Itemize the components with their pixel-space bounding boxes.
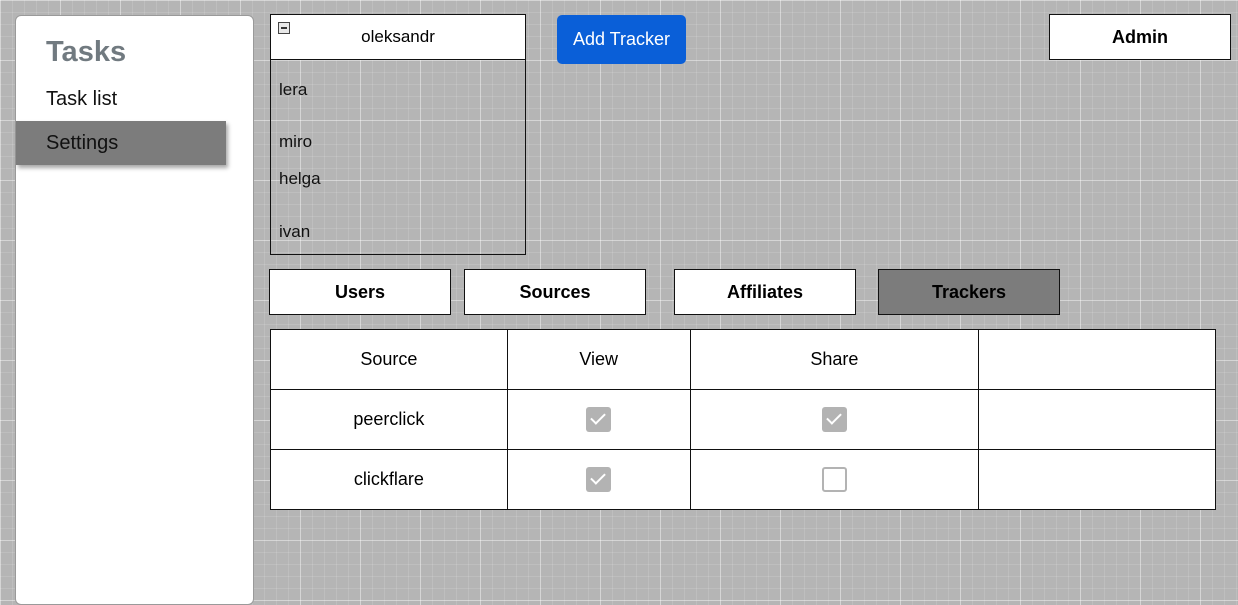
column-header-share: Share [689,329,980,390]
tab-users[interactable]: Users [269,269,451,315]
view-checkbox[interactable] [586,467,612,492]
view-checkbox[interactable] [586,407,612,432]
sidebar-item-settings[interactable]: Settings [16,121,226,165]
column-header-view: View [506,329,691,390]
add-tracker-button[interactable]: Add Tracker [557,15,686,64]
sidebar-item-task-list[interactable]: Task list [16,77,226,121]
trackers-table: Source View Share peerclick clickflare [270,329,1216,510]
share-checkbox[interactable] [821,407,847,432]
share-cell [689,389,980,450]
tab-trackers[interactable]: Trackers [878,269,1060,315]
user-option-miro[interactable]: miro [279,132,312,152]
admin-button[interactable]: Admin [1049,14,1231,60]
table-row: clickflare [270,449,1216,510]
sidebar-title: Tasks [46,36,127,68]
table-row: peerclick [270,389,1216,450]
share-checkbox[interactable] [821,467,847,492]
column-header-source: Source [270,329,508,390]
user-option-helga[interactable]: helga [279,169,321,189]
tab-sources[interactable]: Sources [464,269,646,315]
column-header-empty [978,329,1216,390]
user-dropdown[interactable]: oleksandr lera miro helga ivan [270,14,526,255]
view-cell [506,449,691,510]
empty-cell [978,449,1216,510]
source-cell: peerclick [270,389,508,450]
share-cell [689,449,980,510]
view-cell [506,389,691,450]
sidebar: Tasks Task list Settings [15,15,254,605]
user-option-lera[interactable]: lera [279,80,307,100]
table-header-row: Source View Share [270,329,1216,390]
empty-cell [978,389,1216,450]
user-option-ivan[interactable]: ivan [279,222,310,242]
user-dropdown-header[interactable]: oleksandr [271,15,525,60]
tab-affiliates[interactable]: Affiliates [674,269,856,315]
source-cell: clickflare [270,449,508,510]
selected-user: oleksandr [361,27,435,46]
